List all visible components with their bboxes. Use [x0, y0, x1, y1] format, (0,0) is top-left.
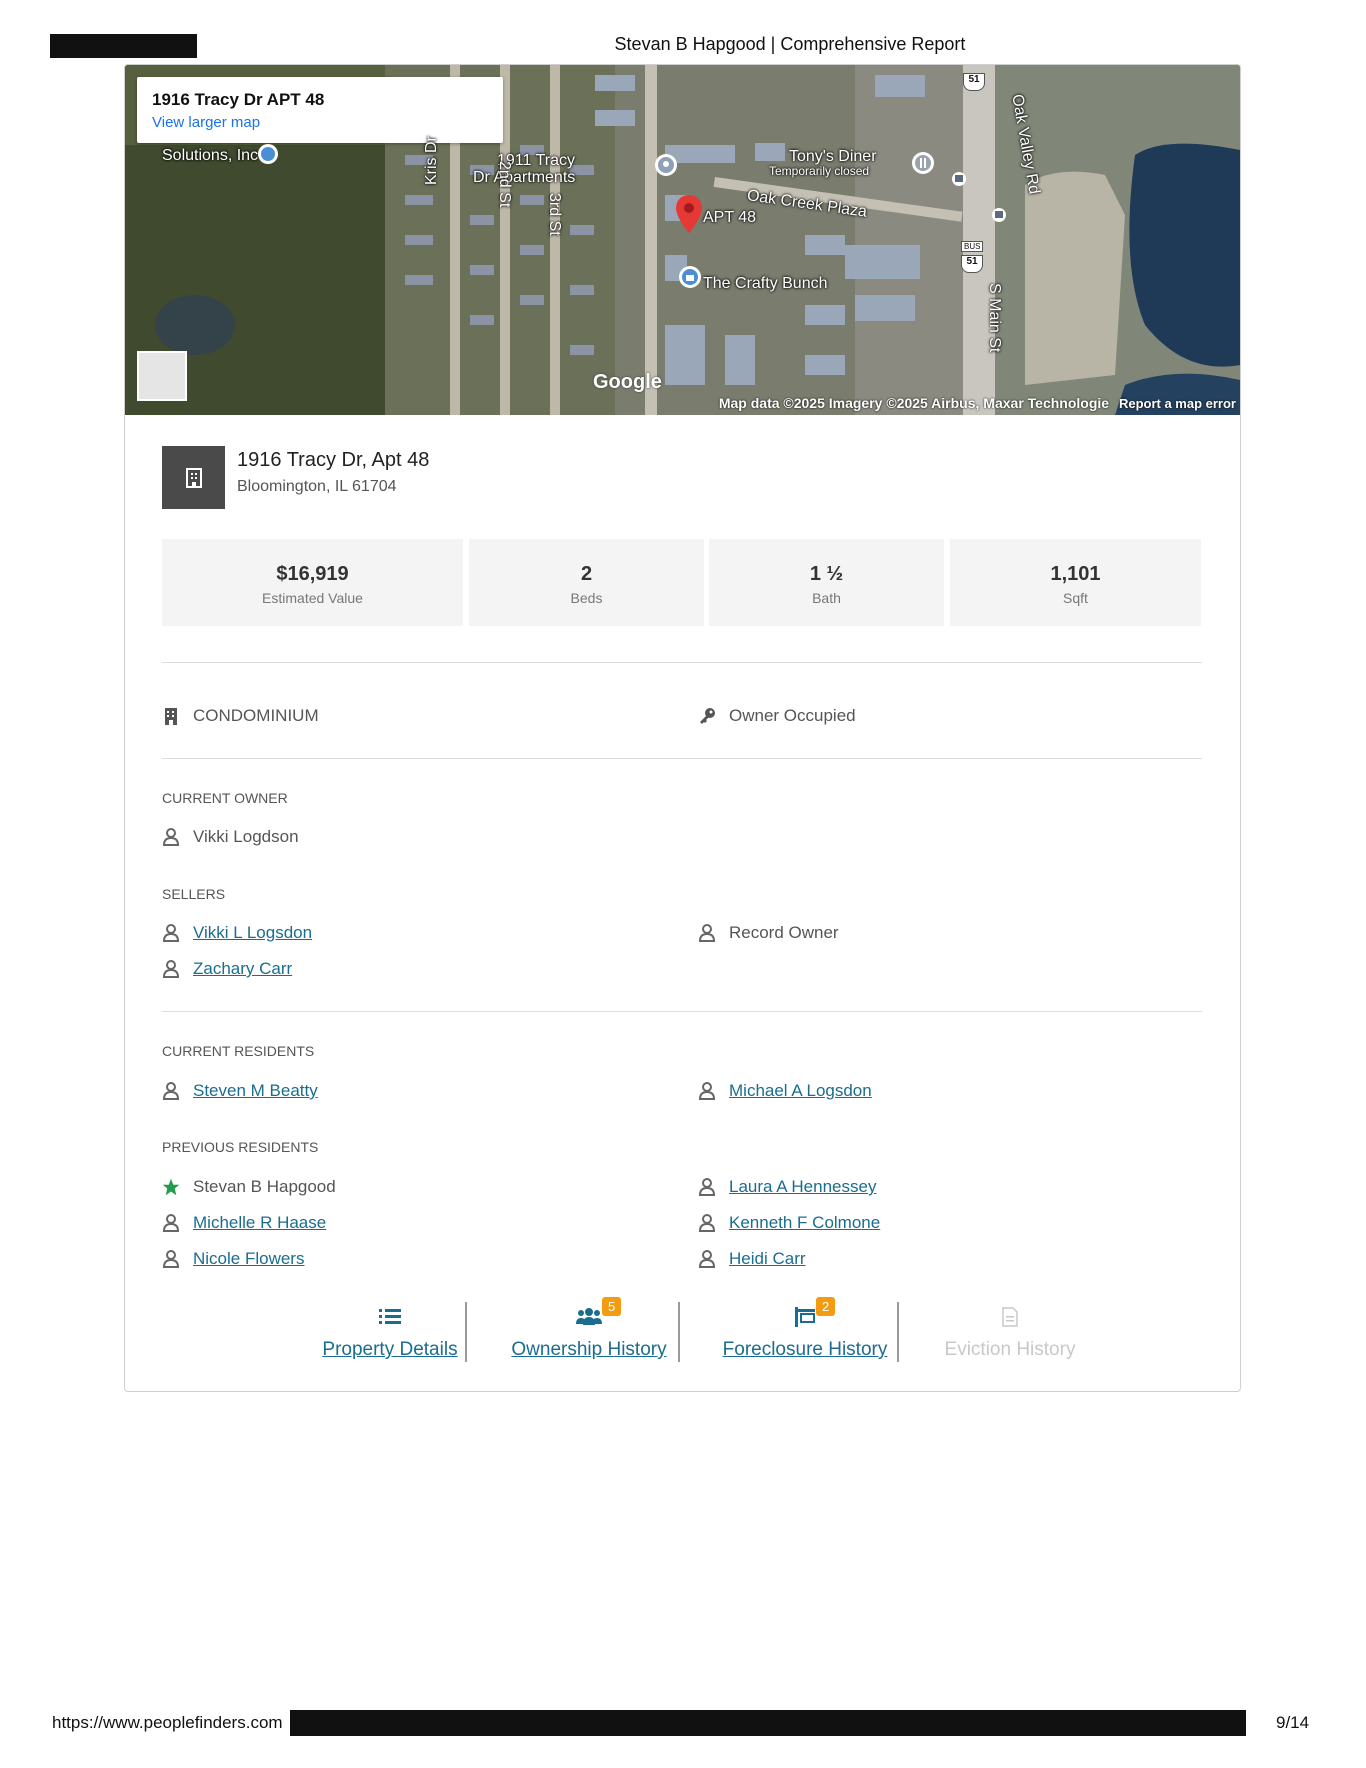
report-title: Stevan B Hapgood | Comprehensive Report: [614, 34, 966, 54]
route-51-shield: 51: [963, 73, 985, 91]
google-logo: Google: [593, 371, 662, 393]
map-label-solutions: Solutions, Inc: [162, 147, 259, 164]
occupancy-status: Owner Occupied: [698, 706, 856, 726]
seller-link[interactable]: Vikki L Logsdon: [193, 923, 312, 943]
previous-resident-item: Laura A Hennessey: [698, 1177, 876, 1197]
stat-sqft: 1,101 Sqft: [950, 539, 1201, 626]
person-icon: [162, 960, 180, 978]
seller-item: Vikki L Logsdon: [162, 923, 312, 943]
person-icon: [698, 1082, 716, 1100]
tab-separator: [678, 1302, 680, 1362]
divider: [162, 662, 1202, 663]
resident-link[interactable]: Michael A Logsdon: [729, 1081, 872, 1101]
star-icon: [162, 1178, 180, 1196]
stat-bath: 1 ½ Bath: [709, 539, 944, 626]
map-label-tonys-diner: Tony's Diner Temporarily closed: [769, 148, 877, 179]
property-card: 1916 Tracy Dr APT 48 View larger map Sol…: [124, 64, 1241, 1392]
map-label-apt48: APT 48: [703, 209, 757, 226]
stat-estimated-value: $16,919 Estimated Value: [162, 539, 463, 626]
person-icon: [162, 1214, 180, 1232]
bus-route-label: BUS: [961, 241, 984, 252]
building-icon: [162, 446, 225, 509]
map-type-toggle[interactable]: [137, 351, 187, 401]
map-info-box: 1916 Tracy Dr APT 48 View larger map: [137, 77, 503, 143]
list-icon: [290, 1305, 490, 1329]
bus-stop-icon[interactable]: [951, 171, 967, 187]
previous-resident-item: Michelle R Haase: [162, 1213, 326, 1233]
map-label-2nd-st: 2nd St: [496, 161, 513, 208]
foreclosure-count-badge: 2: [816, 1297, 836, 1316]
report-map-error-link[interactable]: Report a map error: [1119, 396, 1236, 411]
previous-residents-heading: PREVIOUS RESIDENTS: [162, 1139, 319, 1155]
previous-resident-item: Kenneth F Colmone: [698, 1213, 880, 1233]
bus-stop-icon-2[interactable]: [991, 207, 1007, 223]
person-icon: [162, 828, 180, 846]
previous-resident-link[interactable]: Heidi Carr: [729, 1249, 806, 1269]
person-icon: [698, 924, 716, 942]
map-label-kris-dr: Kris Dr: [423, 136, 440, 185]
tab-property-details[interactable]: Property Details: [290, 1305, 490, 1361]
sellers-heading: SELLERS: [162, 886, 226, 902]
person-icon: [162, 1250, 180, 1268]
person-icon: [698, 1178, 716, 1196]
current-residents-heading: CURRENT RESIDENTS: [162, 1043, 315, 1059]
map-label-tracy-apts: 1911 Tracy Dr Apartments: [473, 152, 576, 186]
current-owner: Vikki Logdson: [162, 827, 299, 847]
tracy-apts-marker-icon[interactable]: [654, 153, 678, 177]
divider: [162, 758, 1202, 759]
tab-foreclosure-history[interactable]: 2 Foreclosure History: [690, 1297, 920, 1361]
record-owner: Record Owner: [698, 923, 839, 943]
building-small-icon: [162, 707, 180, 725]
page-number: 9/14: [1276, 1713, 1310, 1732]
person-icon: [698, 1214, 716, 1232]
apt48-pin-icon[interactable]: [676, 195, 702, 233]
map-box-title: 1916 Tracy Dr APT 48: [152, 90, 325, 109]
person-icon: [162, 924, 180, 942]
address-line1: 1916 Tracy Dr, Apt 48: [237, 449, 430, 471]
previous-resident-link[interactable]: Michelle R Haase: [193, 1213, 326, 1233]
key-icon: [698, 707, 716, 725]
divider: [162, 1011, 1202, 1012]
address-line2: Bloomington, IL 61704: [237, 478, 397, 495]
previous-resident-item: Nicole Flowers: [162, 1249, 304, 1269]
tab-separator: [465, 1302, 467, 1362]
seller-link[interactable]: Zachary Carr: [193, 959, 292, 979]
map-label-crafty-bunch: The Crafty Bunch: [703, 275, 828, 292]
route-51-shield-2: 51: [961, 255, 983, 273]
resident-item: Michael A Logsdon: [698, 1081, 872, 1101]
tab-eviction-history: Eviction History: [910, 1305, 1110, 1361]
property-map[interactable]: 1916 Tracy Dr APT 48 View larger map Sol…: [125, 65, 1240, 415]
map-label-s-main: S Main St: [986, 283, 1003, 353]
tab-ownership-history[interactable]: 5 Ownership History: [480, 1297, 698, 1361]
resident-link[interactable]: Steven M Beatty: [193, 1081, 318, 1101]
tab-separator: [897, 1302, 899, 1362]
map-attribution-row: Map data ©2025 Imagery ©2025 Airbus, Max…: [719, 395, 1240, 415]
foreclosure-sign-icon: 2: [690, 1297, 920, 1329]
resident-item: Steven M Beatty: [162, 1081, 318, 1101]
seller-item: Zachary Carr: [162, 959, 292, 979]
map-attribution: Map data ©2025 Imagery ©2025 Airbus, Max…: [718, 395, 1110, 411]
previous-resident-link[interactable]: Kenneth F Colmone: [729, 1213, 880, 1233]
solutions-marker-icon[interactable]: [257, 143, 279, 165]
property-type: CONDOMINIUM: [162, 706, 319, 726]
document-icon: [910, 1305, 1110, 1329]
previous-resident-item: Heidi Carr: [698, 1249, 806, 1269]
map-label-3rd-st: 3rd St: [546, 193, 563, 236]
current-owner-heading: CURRENT OWNER: [162, 790, 288, 806]
restaurant-marker-icon[interactable]: [911, 151, 935, 175]
previous-resident-link[interactable]: Laura A Hennessey: [729, 1177, 876, 1197]
stat-beds: 2 Beds: [469, 539, 704, 626]
crafty-bunch-marker-icon[interactable]: [678, 265, 702, 289]
previous-resident-link[interactable]: Nicole Flowers: [193, 1249, 304, 1269]
redaction-bar-footer: [290, 1710, 1246, 1736]
view-larger-map-link[interactable]: View larger map: [152, 114, 260, 131]
person-icon: [698, 1250, 716, 1268]
person-icon: [162, 1082, 180, 1100]
people-icon: 5: [480, 1297, 698, 1329]
footer-url: https://www.peoplefinders.com: [52, 1713, 283, 1732]
ownership-count-badge: 5: [602, 1297, 622, 1316]
previous-resident-subject: Stevan B Hapgood: [162, 1177, 336, 1197]
